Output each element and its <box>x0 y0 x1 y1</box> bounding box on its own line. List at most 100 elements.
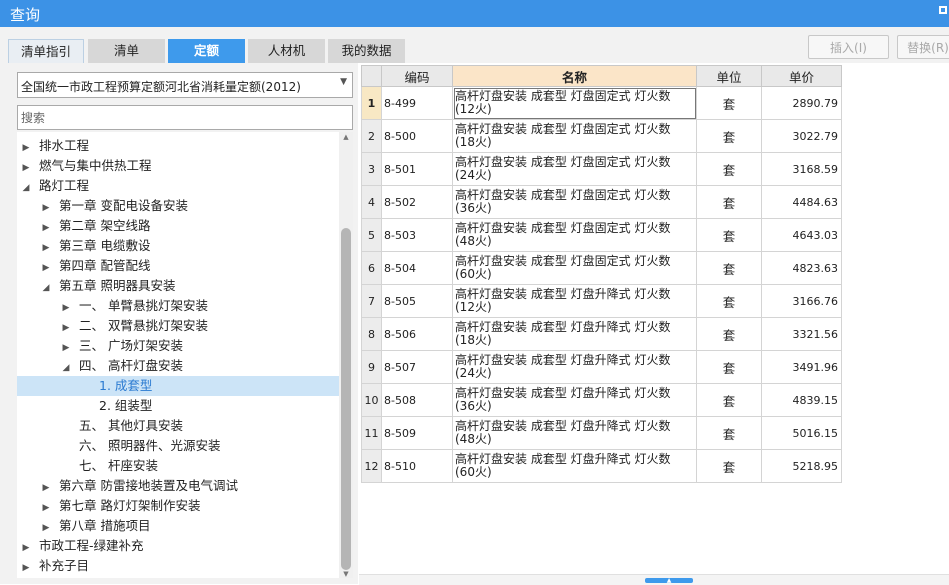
table-row[interactable]: 3 8-501 高杆灯盘安装 成套型 灯盘固定式 灯火数 (24火) 套 3168.59 <box>361 152 842 186</box>
tab-my-data[interactable]: 我的数据 <box>328 39 405 63</box>
price-cell[interactable]: 4484.63 <box>761 185 842 219</box>
expand-arrow-icon[interactable]: ◢ <box>19 178 33 198</box>
tree-node[interactable]: ▶ 第七章 路灯灯架制作安装 <box>17 496 201 518</box>
name-cell[interactable]: 高杆灯盘安装 成套型 灯盘固定式 灯火数 (60火) <box>452 251 697 285</box>
table-row[interactable]: 4 8-502 高杆灯盘安装 成套型 灯盘固定式 灯火数 (36火) 套 4484.63 <box>361 185 842 219</box>
collapse-arrow-icon[interactable]: ▶ <box>39 518 53 538</box>
row-number[interactable]: 1 <box>361 86 382 120</box>
code-cell[interactable]: 8-509 <box>381 416 453 450</box>
unit-cell[interactable]: 套 <box>696 416 762 450</box>
table-row[interactable]: 12 8-510 高杆灯盘安装 成套型 灯盘升降式 灯火数 (60火) 套 5218.9… <box>361 449 842 483</box>
tree-node[interactable]: ◢ 路灯工程 <box>17 176 89 196</box>
row-number[interactable]: 4 <box>361 185 382 219</box>
collapse-arrow-icon[interactable]: ▶ <box>19 558 33 578</box>
code-cell[interactable]: 8-506 <box>381 317 453 351</box>
row-number[interactable]: 5 <box>361 218 382 252</box>
collapse-arrow-icon[interactable]: ▶ <box>59 318 73 338</box>
table-row[interactable]: 5 8-503 高杆灯盘安装 成套型 灯盘固定式 灯火数 (48火) 套 4643.03 <box>361 218 842 252</box>
collapse-arrow-icon[interactable]: ▶ <box>39 218 53 238</box>
tree-node[interactable]: ▶ 第三章 电缆敷设 <box>17 236 151 258</box>
row-number[interactable]: 8 <box>361 317 382 351</box>
unit-cell[interactable]: 套 <box>696 251 762 285</box>
code-cell[interactable]: 8-503 <box>381 218 453 252</box>
maximize-icon[interactable] <box>939 6 947 14</box>
price-cell[interactable]: 3321.56 <box>761 317 842 351</box>
tree-node[interactable]: ▶ 排水工程 <box>17 136 89 156</box>
column-header-unit[interactable]: 单位 <box>696 65 762 87</box>
collapse-arrow-icon[interactable]: ▶ <box>39 498 53 518</box>
tree-node[interactable]: ▶ 补充子目 <box>17 556 89 576</box>
collapse-arrow-icon[interactable]: ▶ <box>39 258 53 278</box>
code-cell[interactable]: 8-500 <box>381 119 453 153</box>
unit-cell[interactable]: 套 <box>696 383 762 417</box>
column-header-price[interactable]: 单价 <box>761 65 842 87</box>
collapse-arrow-icon[interactable]: ▶ <box>59 338 73 358</box>
insert-button[interactable]: 插入(I) <box>808 35 889 59</box>
row-number[interactable]: 3 <box>361 152 382 186</box>
unit-cell[interactable]: 套 <box>696 350 762 384</box>
row-number[interactable]: 10 <box>361 383 382 417</box>
unit-cell[interactable]: 套 <box>696 284 762 318</box>
tree-node[interactable]: ▶ 第八章 措施项目 <box>17 516 151 538</box>
price-cell[interactable]: 3166.76 <box>761 284 842 318</box>
price-cell[interactable]: 4839.15 <box>761 383 842 417</box>
column-header-code[interactable]: 编码 <box>381 65 453 87</box>
collapse-arrow-icon[interactable]: ▶ <box>19 538 33 558</box>
grid-splitter[interactable]: ▲ <box>359 574 949 585</box>
table-row[interactable]: 8 8-506 高杆灯盘安装 成套型 灯盘升降式 灯火数 (18火) 套 3321.56 <box>361 317 842 351</box>
scroll-down-icon[interactable]: ▼ <box>339 570 353 578</box>
search-input[interactable] <box>17 105 353 130</box>
price-cell[interactable]: 3022.79 <box>761 119 842 153</box>
tree-node[interactable]: ◢ 四、 高杆灯盘安装 <box>17 356 183 376</box>
table-row[interactable]: 9 8-507 高杆灯盘安装 成套型 灯盘升降式 灯火数 (24火) 套 3491.96 <box>361 350 842 384</box>
replace-button[interactable]: 替换(R) <box>897 35 949 59</box>
collapse-arrow-icon[interactable]: ▶ <box>39 478 53 498</box>
name-cell[interactable]: 高杆灯盘安装 成套型 灯盘升降式 灯火数 (12火) <box>452 284 697 318</box>
unit-cell[interactable]: 套 <box>696 317 762 351</box>
row-number[interactable]: 2 <box>361 119 382 153</box>
collapse-arrow-icon[interactable]: ▶ <box>59 298 73 318</box>
name-cell[interactable]: 高杆灯盘安装 成套型 灯盘升降式 灯火数 (36火) <box>452 383 697 417</box>
tree-node[interactable]: 2. 组装型 <box>17 396 152 416</box>
row-number[interactable]: 6 <box>361 251 382 285</box>
table-row[interactable]: 2 8-500 高杆灯盘安装 成套型 灯盘固定式 灯火数 (18火) 套 3022.79 <box>361 119 842 153</box>
scroll-up-icon[interactable]: ▲ <box>339 133 353 141</box>
code-cell[interactable]: 8-501 <box>381 152 453 186</box>
name-cell[interactable]: 高杆灯盘安装 成套型 灯盘升降式 灯火数 (60火) <box>452 449 697 483</box>
tree-node[interactable]: ▶ 三、 广场灯架安装 <box>17 336 183 356</box>
tree-node[interactable]: 六、 照明器件、光源安装 <box>17 436 220 456</box>
tree-node[interactable]: ▶ 一、 单臂悬挑灯架安装 <box>17 296 208 316</box>
row-number[interactable]: 12 <box>361 449 382 483</box>
name-cell[interactable]: 高杆灯盘安装 成套型 灯盘固定式 灯火数 (24火) <box>452 152 697 186</box>
table-row[interactable]: 10 8-508 高杆灯盘安装 成套型 灯盘升降式 灯火数 (36火) 套 4839.1… <box>361 383 842 417</box>
name-cell[interactable]: 高杆灯盘安装 成套型 灯盘固定式 灯火数 (18火) <box>452 119 697 153</box>
expand-arrow-icon[interactable]: ◢ <box>59 358 73 378</box>
code-cell[interactable]: 8-504 <box>381 251 453 285</box>
tree-node[interactable]: ▶ 第二章 架空线路 <box>17 216 151 238</box>
tree-node[interactable]: ▶ 第四章 配管配线 <box>17 256 151 278</box>
tree-node[interactable]: ▶ 市政工程-绿建补充 <box>17 536 144 556</box>
name-cell[interactable]: 高杆灯盘安装 成套型 灯盘升降式 灯火数 (48火) <box>452 416 697 450</box>
tree-node[interactable]: ▶ 第一章 变配电设备安装 <box>17 196 188 216</box>
code-cell[interactable]: 8-505 <box>381 284 453 318</box>
unit-cell[interactable]: 套 <box>696 449 762 483</box>
tab-quota[interactable]: 定额 <box>168 39 245 63</box>
tree-node[interactable]: ◢ 第五章 照明器具安装 <box>17 276 176 296</box>
table-row[interactable]: 1 8-499 高杆灯盘安装 成套型 灯盘固定式 灯火数 (12火) 套 2890.79 <box>361 86 842 120</box>
price-cell[interactable]: 4823.63 <box>761 251 842 285</box>
unit-cell[interactable]: 套 <box>696 218 762 252</box>
row-number[interactable]: 7 <box>361 284 382 318</box>
collapse-arrow-icon[interactable]: ▶ <box>39 238 53 258</box>
quota-db-select[interactable]: 全国统一市政工程预算定额河北省消耗量定额(2012) ▼ <box>17 72 353 98</box>
tab-labor-material-machine[interactable]: 人材机 <box>248 39 325 63</box>
splitter-grip-icon[interactable]: ▲ <box>645 578 693 584</box>
table-row[interactable]: 6 8-504 高杆灯盘安装 成套型 灯盘固定式 灯火数 (60火) 套 4823.63 <box>361 251 842 285</box>
tab-list-guide[interactable]: 清单指引 <box>8 39 84 63</box>
tree-node[interactable]: ▶ 二、 双臂悬挑灯架安装 <box>17 316 208 336</box>
name-cell[interactable]: 高杆灯盘安装 成套型 灯盘升降式 灯火数 (18火) <box>452 317 697 351</box>
tab-list[interactable]: 清单 <box>88 39 165 63</box>
tree-node[interactable]: 五、 其他灯具安装 <box>17 416 183 436</box>
tree-node[interactable]: 1. 成套型 <box>17 376 339 396</box>
table-row[interactable]: 11 8-509 高杆灯盘安装 成套型 灯盘升降式 灯火数 (48火) 套 5016.1… <box>361 416 842 450</box>
price-cell[interactable]: 4643.03 <box>761 218 842 252</box>
